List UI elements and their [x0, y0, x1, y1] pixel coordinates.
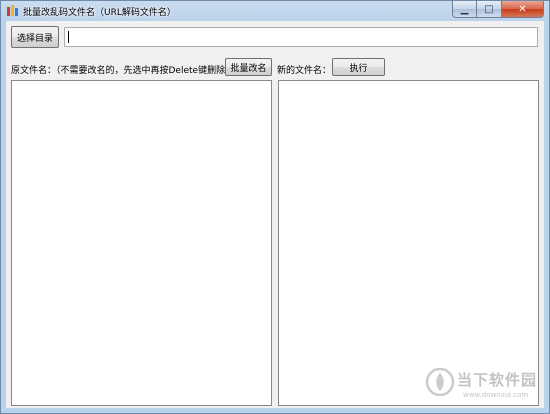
new-filenames-list[interactable]: [278, 80, 539, 406]
select-directory-button[interactable]: 选择目录: [11, 26, 59, 48]
execute-button[interactable]: 执行: [332, 58, 385, 76]
title-bar[interactable]: 批量改乱码文件名（URL解码文件名） ▁ □ ✕: [1, 1, 549, 21]
app-window: 批量改乱码文件名（URL解码文件名） ▁ □ ✕ 选择目录 原文件名：（不需要改…: [0, 0, 550, 414]
watermark-url: www.downxia.com: [463, 391, 529, 399]
downxia-logo-icon: [425, 367, 455, 397]
caption-buttons: ▁ □ ✕: [452, 1, 544, 19]
maximize-icon: □: [484, 3, 494, 15]
client-area: 选择目录 原文件名：（不需要改名的，先选中再按Delete键删除） 批量改名 新…: [6, 21, 544, 408]
maximize-button[interactable]: □: [477, 1, 502, 18]
app-icon: [7, 5, 18, 16]
directory-path-input[interactable]: [64, 27, 538, 47]
watermark: 当下软件园 www.downxia.com: [425, 365, 545, 407]
window-title: 批量改乱码文件名（URL解码文件名）: [23, 8, 176, 18]
new-filenames-label: 新的文件名：: [277, 66, 332, 76]
minimize-button[interactable]: ▁: [452, 1, 477, 18]
close-button[interactable]: ✕: [502, 1, 544, 18]
watermark-brand: 当下软件园: [457, 371, 538, 389]
minimize-icon: ▁: [460, 3, 469, 15]
close-icon: ✕: [518, 3, 527, 15]
batch-rename-button[interactable]: 批量改名: [225, 58, 272, 76]
original-filenames-list[interactable]: [11, 80, 272, 406]
original-filenames-label: 原文件名：（不需要改名的，先选中再按Delete键删除）: [11, 66, 235, 76]
text-caret: [68, 31, 69, 43]
